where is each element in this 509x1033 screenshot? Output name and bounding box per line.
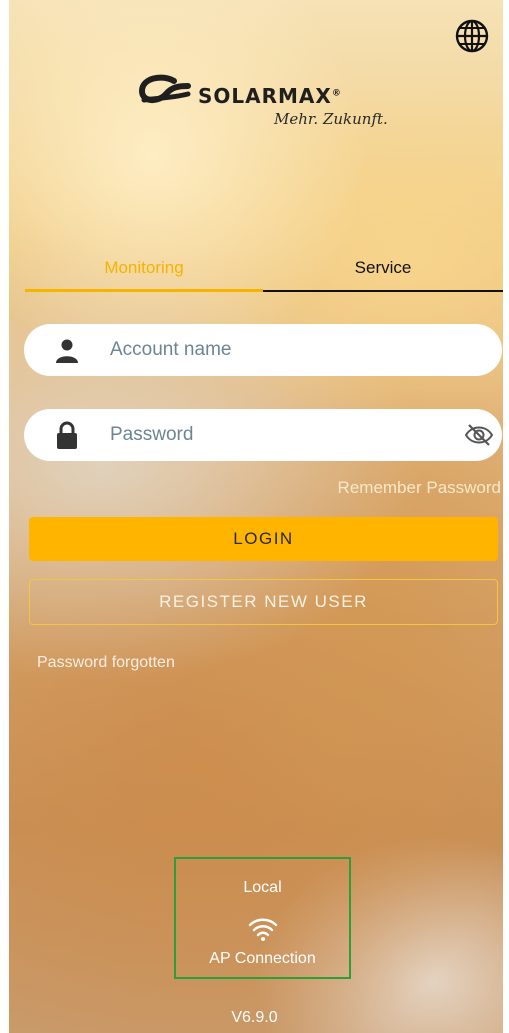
login-button[interactable]: LOGIN (29, 517, 498, 561)
ap-connection-label: AP Connection (209, 950, 316, 967)
brand-name: SOLARMAX® (198, 84, 342, 108)
account-field[interactable] (24, 324, 502, 376)
globe-icon[interactable] (454, 18, 490, 54)
user-icon (56, 339, 78, 363)
right-edge (503, 0, 509, 1033)
tab-monitoring[interactable]: Monitoring (25, 258, 263, 292)
register-new-user-button[interactable]: REGISTER NEW USER (29, 579, 498, 625)
lock-icon (57, 421, 77, 449)
solarmax-logo: SOLARMAX® Mehr. Zukunft. (134, 72, 394, 132)
wifi-icon (248, 918, 278, 941)
tab-service[interactable]: Service (263, 258, 503, 292)
logo-mark-icon (138, 74, 191, 103)
password-input[interactable] (110, 419, 430, 451)
remember-password-link[interactable]: Remember Password (338, 478, 501, 498)
account-name-input[interactable] (110, 334, 430, 366)
password-forgotten-link[interactable]: Password forgotten (37, 654, 175, 672)
app-version: V6.9.0 (231, 1009, 278, 1026)
local-ap-connection-button[interactable]: Local AP Connection (174, 857, 351, 979)
login-screen: SOLARMAX® Mehr. Zukunft. Monitoring Serv… (0, 0, 509, 1033)
left-edge (0, 0, 9, 1033)
password-field[interactable] (24, 409, 502, 461)
local-label: Local (243, 879, 282, 896)
brand-tagline: Mehr. Zukunft. (274, 110, 388, 128)
eye-off-icon[interactable] (464, 422, 494, 448)
